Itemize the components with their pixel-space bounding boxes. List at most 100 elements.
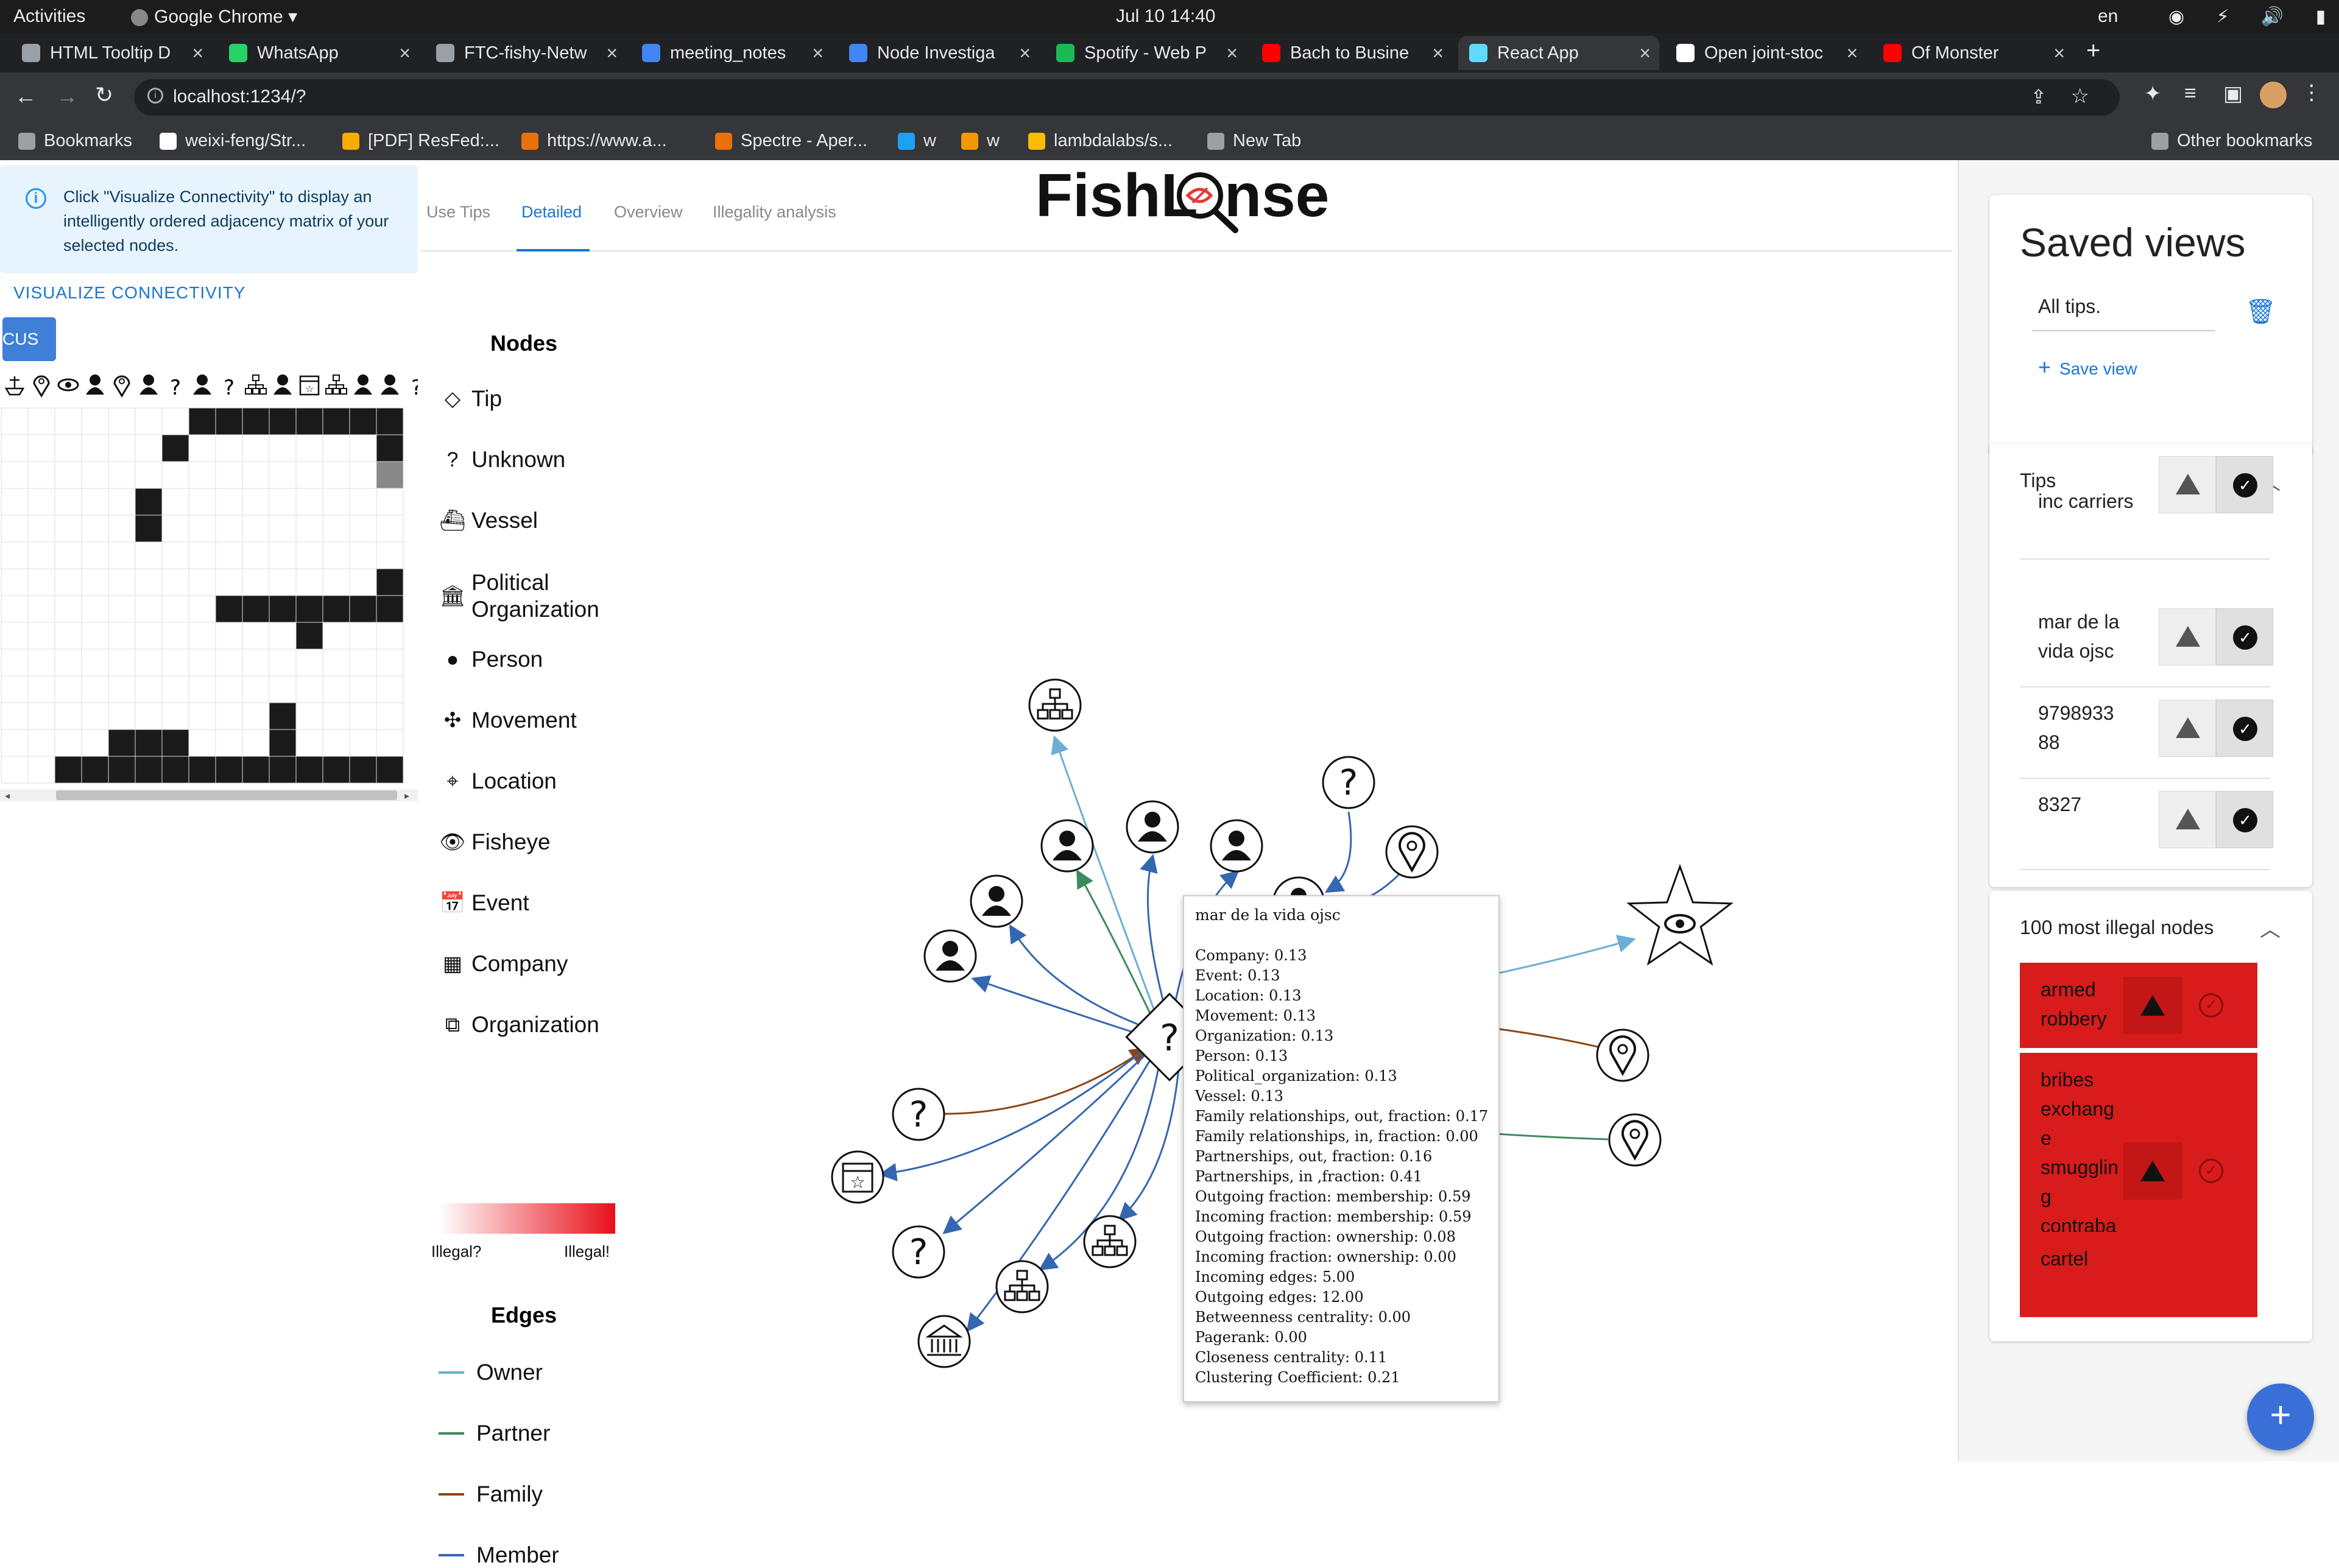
matrix-cell[interactable] (108, 434, 136, 462)
tab-8[interactable]: Open joint-stoc × (1665, 36, 1866, 70)
matrix-cell[interactable] (376, 649, 404, 677)
trash-icon[interactable]: 🗑 (2245, 297, 2276, 326)
matrix-cell[interactable] (242, 729, 270, 757)
matrix-cell[interactable] (188, 434, 216, 462)
tab-detailed[interactable]: Detailed (521, 203, 582, 222)
matrix-cell[interactable] (188, 649, 216, 677)
mark-legal-button[interactable]: ✓ (2216, 700, 2273, 757)
matrix-cell[interactable] (108, 595, 136, 623)
matrix-cell[interactable] (54, 515, 82, 543)
matrix-cell[interactable] (54, 488, 82, 516)
matrix-cell[interactable] (188, 407, 216, 435)
tip-item[interactable]: 9798933 88 ✓ (2020, 687, 2273, 779)
matrix-cell[interactable] (1, 541, 29, 569)
matrix-cell[interactable] (376, 675, 404, 703)
matrix-cell[interactable] (376, 541, 404, 569)
matrix-scrollbar[interactable]: ◂ ▸ (0, 789, 418, 801)
save-view-button[interactable]: + Save view (2038, 354, 2137, 380)
matrix-cell[interactable] (349, 541, 377, 569)
matrix-cell[interactable] (322, 434, 350, 462)
matrix-cell[interactable] (27, 756, 55, 784)
graph-node-unknown[interactable]: ? (1322, 756, 1375, 809)
matrix-cell[interactable] (27, 729, 55, 757)
matrix-cell[interactable] (376, 488, 404, 516)
graph-edge[interactable] (971, 975, 1134, 1033)
matrix-cell[interactable] (135, 675, 163, 703)
matrix-cell[interactable] (27, 595, 55, 623)
bookmark-item[interactable]: https://www.a... (521, 131, 667, 151)
mark-legal-button[interactable]: ✓ (2216, 608, 2273, 666)
matrix-cell[interactable] (54, 622, 82, 650)
matrix-cell[interactable] (322, 675, 350, 703)
matrix-cell[interactable] (269, 702, 297, 730)
tip-item[interactable]: mar de la vida ojsc ✓ (2020, 596, 2273, 687)
graph-edge[interactable] (1051, 735, 1159, 1019)
tab-close-icon[interactable]: × (1226, 42, 1238, 65)
matrix-cell[interactable] (376, 729, 404, 757)
graph-node-location[interactable] (1596, 1028, 1649, 1082)
graph-node-location[interactable] (1385, 825, 1439, 879)
matrix-cell[interactable] (81, 434, 109, 462)
matrix-cell[interactable] (27, 675, 55, 703)
matrix-cell[interactable] (161, 488, 189, 516)
cus-button[interactable]: CUS (2, 317, 56, 361)
matrix-cell[interactable] (215, 622, 243, 650)
matrix-cell[interactable] (161, 729, 189, 757)
mark-illegal-button[interactable] (2159, 791, 2216, 848)
bookmark-item[interactable]: lambdalabs/s... (1028, 131, 1173, 151)
matrix-cell[interactable] (54, 568, 82, 596)
bookmark-item[interactable]: w (898, 131, 936, 151)
tab-close-icon[interactable]: × (192, 42, 203, 65)
matrix-cell[interactable] (54, 461, 82, 489)
matrix-cell[interactable] (295, 407, 323, 435)
matrix-cell[interactable] (135, 541, 163, 569)
matrix-cell[interactable] (295, 649, 323, 677)
matrix-cell[interactable] (161, 622, 189, 650)
matrix-cell[interactable] (81, 407, 109, 435)
matrix-cell[interactable] (54, 434, 82, 462)
matrix-cell[interactable] (242, 675, 270, 703)
graph-node-unknown[interactable]: ? (892, 1088, 945, 1141)
matrix-cell[interactable] (54, 675, 82, 703)
matrix-cell[interactable] (108, 515, 136, 543)
matrix-cell[interactable] (349, 729, 377, 757)
tip-item[interactable]: 8327 ✓ (2020, 779, 2273, 870)
matrix-cell[interactable] (269, 622, 297, 650)
matrix-cell[interactable] (188, 729, 216, 757)
matrix-cell[interactable] (161, 407, 189, 435)
graph-edge[interactable] (1140, 854, 1166, 1007)
matrix-cell[interactable] (54, 407, 82, 435)
address-bar[interactable]: i localhost:1234/? ⇪ ☆ (134, 79, 2120, 116)
illegal-node-item[interactable]: armed robbery ✓ (2020, 963, 2257, 1048)
graph-node-organization[interactable] (995, 1260, 1049, 1313)
avatar[interactable] (2260, 82, 2287, 108)
matrix-cell[interactable] (1, 515, 29, 543)
matrix-cell[interactable] (269, 434, 297, 462)
matrix-cell[interactable] (81, 729, 109, 757)
app-menu[interactable]: Google Chrome ▾ (131, 6, 297, 27)
matrix-cell[interactable] (54, 702, 82, 730)
saved-view-all-tips[interactable]: All tips. (2038, 295, 2101, 318)
matrix-cell[interactable] (269, 515, 297, 543)
matrix-cell[interactable] (269, 756, 297, 784)
matrix-cell[interactable] (1, 595, 29, 623)
matrix-cell[interactable] (376, 622, 404, 650)
graph-node-fisheye[interactable] (1626, 863, 1734, 966)
matrix-cell[interactable] (376, 461, 404, 489)
matrix-cell[interactable] (322, 729, 350, 757)
tab-3[interactable]: meeting_notes × (631, 36, 832, 70)
matrix-cell[interactable] (215, 756, 243, 784)
matrix-cell[interactable] (108, 568, 136, 596)
matrix-cell[interactable] (81, 488, 109, 516)
matrix-cell[interactable] (242, 461, 270, 489)
tab-close-icon[interactable]: × (1432, 42, 1444, 65)
tab-1[interactable]: WhatsApp × (218, 36, 419, 70)
graph-edge[interactable] (935, 1047, 1148, 1115)
tip-item[interactable]: inc carriers ✓ (2020, 456, 2273, 560)
graph-node-person[interactable] (1126, 800, 1179, 854)
graph-node-event[interactable]: ☆ (831, 1150, 884, 1204)
tab-9[interactable]: Of Monster × (1872, 36, 2073, 70)
matrix-cell[interactable] (81, 595, 109, 623)
matrix-cell[interactable] (27, 541, 55, 569)
matrix-cell[interactable] (81, 541, 109, 569)
